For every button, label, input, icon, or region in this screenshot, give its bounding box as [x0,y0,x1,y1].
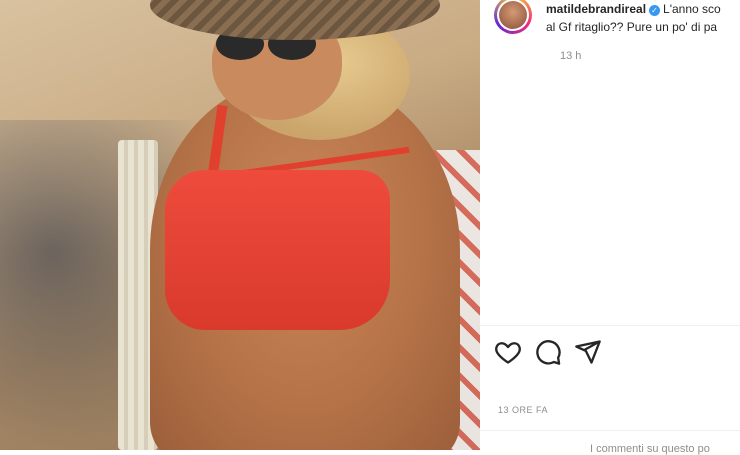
caption-time: 13 h [560,50,582,62]
photo-hat [150,0,440,40]
post-photo[interactable] [0,0,480,450]
heart-icon[interactable] [494,338,522,366]
photo-bikini [165,170,390,330]
comments-disabled-notice: I commenti su questo po [590,443,710,455]
avatar[interactable] [494,0,532,34]
post-timestamp: 13 ORE FA [498,405,549,415]
post-sidebar: matildebrandireal ✓ L'anno sco al Gf ritag… [480,0,740,455]
send-icon[interactable] [574,338,602,366]
avatar-image [499,1,527,29]
divider [480,325,740,326]
post-header: matildebrandireal ✓ L'anno sco al Gf ritag… [494,0,740,62]
username-link[interactable]: matildebrandireal [546,2,646,16]
comment-icon[interactable] [534,338,562,366]
verified-icon: ✓ [649,5,661,16]
caption-text-line2: al Gf ritaglio?? Pure un po' di pa [546,20,718,34]
caption: matildebrandireal ✓ L'anno sco al Gf ritag… [546,0,740,36]
caption-text-line1: L'anno sco [663,2,721,16]
